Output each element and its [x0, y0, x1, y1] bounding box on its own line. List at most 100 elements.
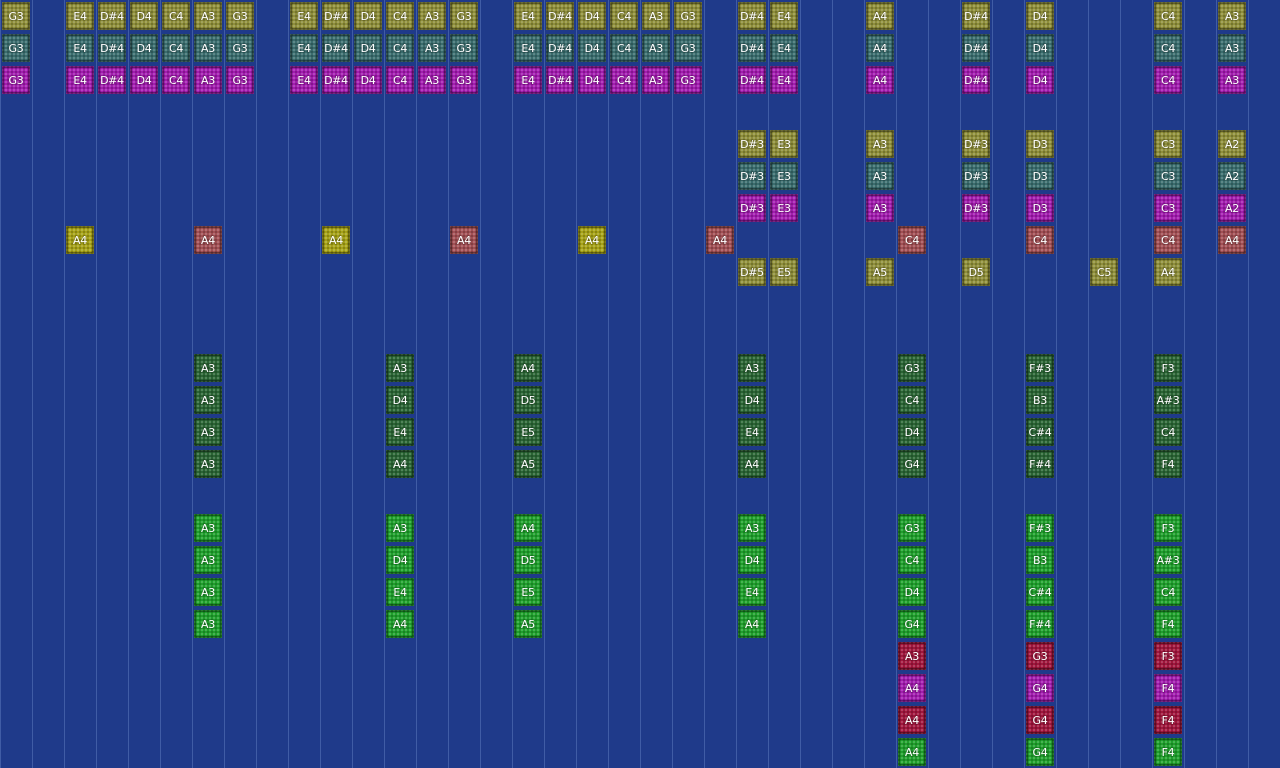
note-cell[interactable]: D4 [354, 2, 382, 30]
note-cell[interactable]: A3 [194, 514, 222, 542]
note-cell[interactable]: C4 [162, 2, 190, 30]
note-cell[interactable]: G4 [1026, 674, 1054, 702]
note-cell[interactable]: D#4 [546, 34, 574, 62]
note-cell[interactable]: C4 [898, 226, 926, 254]
note-cell[interactable]: E4 [290, 2, 318, 30]
note-cell[interactable]: G3 [450, 2, 478, 30]
note-cell[interactable]: E4 [770, 66, 798, 94]
note-cell[interactable]: G3 [450, 34, 478, 62]
note-cell[interactable]: C#4 [1026, 418, 1054, 446]
note-cell[interactable]: D#3 [962, 194, 990, 222]
note-cell[interactable]: G3 [674, 66, 702, 94]
note-cell[interactable]: D#3 [738, 162, 766, 190]
note-cell[interactable]: F#3 [1026, 354, 1054, 382]
note-cell[interactable]: A4 [706, 226, 734, 254]
note-cell[interactable]: A4 [866, 34, 894, 62]
note-cell[interactable]: C4 [1026, 226, 1054, 254]
note-cell[interactable]: A3 [642, 66, 670, 94]
note-cell[interactable]: D3 [1026, 194, 1054, 222]
note-cell[interactable]: E4 [770, 2, 798, 30]
note-cell[interactable]: E4 [386, 578, 414, 606]
note-cell[interactable]: A3 [866, 194, 894, 222]
note-cell[interactable]: C4 [1154, 34, 1182, 62]
note-cell[interactable]: F4 [1154, 706, 1182, 734]
note-cell[interactable]: A4 [578, 226, 606, 254]
note-cell[interactable]: G3 [898, 514, 926, 542]
note-cell[interactable]: C4 [610, 2, 638, 30]
note-cell[interactable]: A3 [194, 386, 222, 414]
note-cell[interactable]: F4 [1154, 674, 1182, 702]
note-cell[interactable]: A3 [418, 66, 446, 94]
note-cell[interactable]: D#5 [738, 258, 766, 286]
note-cell[interactable]: D#3 [962, 162, 990, 190]
note-cell[interactable]: D#4 [738, 34, 766, 62]
note-cell[interactable]: E4 [514, 34, 542, 62]
note-cell[interactable]: D#4 [98, 2, 126, 30]
note-cell[interactable]: E4 [66, 34, 94, 62]
note-cell[interactable]: G4 [898, 450, 926, 478]
note-cell[interactable]: G3 [450, 66, 478, 94]
note-cell[interactable]: A3 [866, 130, 894, 158]
note-cell[interactable]: A4 [514, 514, 542, 542]
note-cell[interactable]: A5 [514, 610, 542, 638]
note-cell[interactable]: C3 [1154, 162, 1182, 190]
note-cell[interactable]: F4 [1154, 610, 1182, 638]
note-cell[interactable]: A3 [738, 514, 766, 542]
note-cell[interactable]: D4 [738, 546, 766, 574]
note-cell[interactable]: C4 [1154, 2, 1182, 30]
note-cell[interactable]: E4 [770, 34, 798, 62]
note-cell[interactable]: A3 [898, 642, 926, 670]
note-cell[interactable]: D4 [130, 34, 158, 62]
note-cell[interactable]: A4 [1154, 258, 1182, 286]
note-cell[interactable]: A4 [1218, 226, 1246, 254]
note-cell[interactable]: D4 [578, 66, 606, 94]
note-cell[interactable]: F4 [1154, 738, 1182, 766]
note-cell[interactable]: A3 [738, 354, 766, 382]
note-cell[interactable]: D#4 [546, 2, 574, 30]
note-cell[interactable]: A3 [1218, 2, 1246, 30]
note-cell[interactable]: E3 [770, 162, 798, 190]
note-cell[interactable]: A3 [194, 354, 222, 382]
note-cell[interactable]: A3 [418, 34, 446, 62]
note-cell[interactable]: F3 [1154, 642, 1182, 670]
note-cell[interactable]: E4 [514, 2, 542, 30]
note-cell[interactable]: G4 [898, 610, 926, 638]
note-cell[interactable]: D#4 [738, 2, 766, 30]
note-cell[interactable]: A4 [386, 450, 414, 478]
note-cell[interactable]: G3 [2, 2, 30, 30]
note-cell[interactable]: D4 [1026, 66, 1054, 94]
note-cell[interactable]: C4 [898, 546, 926, 574]
note-cell[interactable]: G3 [226, 2, 254, 30]
note-cell[interactable]: D#4 [98, 34, 126, 62]
note-cell[interactable]: G3 [226, 66, 254, 94]
note-cell[interactable]: D#3 [962, 130, 990, 158]
note-cell[interactable]: A4 [738, 610, 766, 638]
note-cell[interactable]: D#4 [98, 66, 126, 94]
note-cell[interactable]: D4 [130, 2, 158, 30]
note-cell[interactable]: F#3 [1026, 514, 1054, 542]
note-cell[interactable]: A4 [514, 354, 542, 382]
note-cell[interactable]: E4 [290, 66, 318, 94]
note-cell[interactable]: A3 [194, 66, 222, 94]
note-cell[interactable]: D#3 [738, 194, 766, 222]
note-cell[interactable]: D#3 [738, 130, 766, 158]
note-cell[interactable]: A4 [194, 226, 222, 254]
note-cell[interactable]: A3 [386, 514, 414, 542]
note-cell[interactable]: C4 [162, 66, 190, 94]
note-cell[interactable]: D5 [962, 258, 990, 286]
note-cell[interactable]: C3 [1154, 194, 1182, 222]
note-cell[interactable]: A2 [1218, 130, 1246, 158]
note-cell[interactable]: E5 [514, 418, 542, 446]
note-cell[interactable]: D#4 [962, 66, 990, 94]
note-cell[interactable]: E4 [514, 66, 542, 94]
note-cell[interactable]: D4 [354, 34, 382, 62]
note-cell[interactable]: A4 [386, 610, 414, 638]
note-cell[interactable]: A3 [418, 2, 446, 30]
note-cell[interactable]: D4 [1026, 34, 1054, 62]
note-cell[interactable]: C4 [386, 66, 414, 94]
note-cell[interactable]: C#4 [1026, 578, 1054, 606]
note-cell[interactable]: B3 [1026, 386, 1054, 414]
note-cell[interactable]: C4 [1154, 418, 1182, 446]
note-cell[interactable]: C4 [386, 34, 414, 62]
note-cell[interactable]: E3 [770, 130, 798, 158]
